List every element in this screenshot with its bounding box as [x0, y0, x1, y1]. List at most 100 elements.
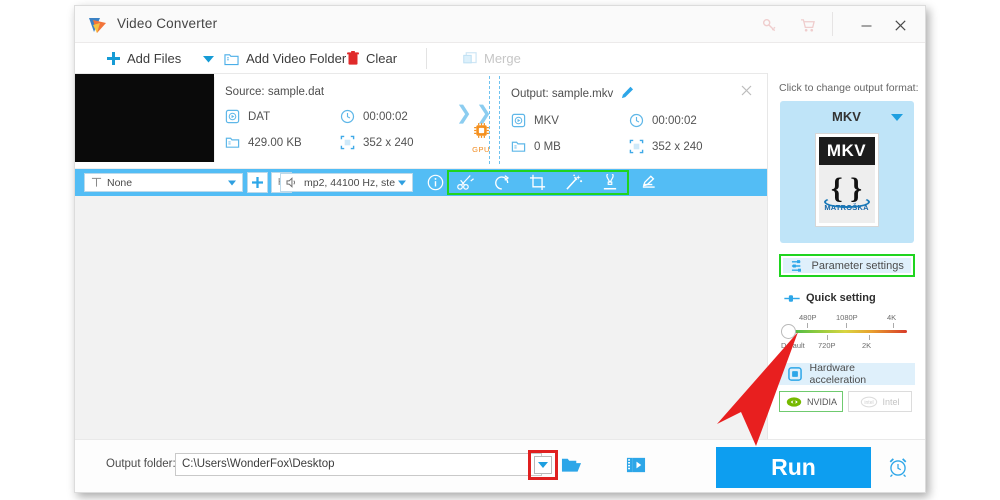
- quality-slider[interactable]: 480P 1080P 4K Default 720P 2K: [781, 313, 911, 355]
- subtitle-select[interactable]: None: [84, 173, 243, 192]
- remove-file-icon[interactable]: [737, 81, 755, 99]
- minimize-icon[interactable]: [856, 15, 876, 35]
- slider-label-480p: 480P: [799, 313, 817, 322]
- video-thumbnail: [75, 74, 214, 162]
- output-info-block: Output: sample.mkv MKV 00:00:02 0 MB 352…: [511, 86, 761, 154]
- clear-label: Clear: [366, 51, 398, 66]
- add-files-dropdown[interactable]: [203, 43, 214, 74]
- speaker-icon: [286, 177, 295, 188]
- slider-label-720p: 720P: [818, 341, 836, 350]
- audio-track-value: mp2, 44100 Hz, ste: [304, 176, 396, 189]
- parameter-settings-label: Parameter settings: [811, 259, 904, 272]
- slider-label-4k: 4K: [887, 313, 897, 322]
- add-subtitle-button[interactable]: [247, 172, 268, 193]
- clear-button[interactable]: Clear: [347, 43, 397, 74]
- alarm-clock-icon[interactable]: [887, 456, 909, 482]
- file-size-icon: [511, 141, 526, 152]
- gpu-chip-icon: [473, 123, 489, 138]
- media-player-icon: [626, 457, 646, 473]
- add-files-label: Add Files: [127, 51, 182, 66]
- bottom-bar: Output folder: C:\Users\WonderFox\Deskto…: [75, 439, 925, 492]
- output-resolution: 352 x 240: [629, 139, 747, 154]
- trim-icon[interactable]: [452, 172, 480, 193]
- gpu-badge-label: GPU: [472, 145, 490, 154]
- open-folder-button[interactable]: [561, 456, 582, 479]
- source-resolution: 352 x 240: [340, 135, 455, 150]
- screenshot-root: Video Converter Add Files Add Video Fold…: [0, 0, 1000, 500]
- hardware-acceleration-label: Hardware acceleration: [809, 362, 867, 386]
- chip-icon: [787, 367, 802, 381]
- batch-edit-icon[interactable]: [635, 172, 663, 193]
- effects-icon[interactable]: [560, 172, 588, 193]
- parameter-settings-highlight: Parameter settings: [778, 254, 915, 277]
- add-files-button[interactable]: Add Files: [107, 43, 181, 74]
- svg-text:intel: intel: [865, 400, 874, 406]
- titlebar-divider: [832, 12, 833, 36]
- hardware-acceleration-button[interactable]: Hardware acceleration: [778, 362, 915, 386]
- rotate-icon[interactable]: [488, 172, 516, 193]
- crop-icon[interactable]: [524, 172, 552, 193]
- quick-setting-label: Quick setting: [806, 292, 876, 304]
- slider-track: [788, 330, 907, 333]
- folder-icon: [224, 53, 239, 65]
- plus-icon: [107, 52, 120, 65]
- run-button[interactable]: Run: [716, 447, 871, 488]
- output-filename: Output: sample.mkv: [511, 88, 614, 100]
- video-converter-window: Video Converter Add Files Add Video Fold…: [74, 5, 926, 493]
- quick-setting-header: Quick setting: [784, 292, 925, 304]
- source-info-block: Source: sample.dat DAT 00:00:02 429.00 K…: [225, 86, 455, 150]
- source-filename: Source: sample.dat: [225, 86, 325, 98]
- cart-icon[interactable]: [798, 15, 818, 35]
- parameter-settings-button[interactable]: Parameter settings: [782, 258, 911, 273]
- mkv-logo: MKV { } MATROŠKA: [814, 133, 879, 227]
- plus-icon: [252, 177, 263, 188]
- chevron-right-icon-1: ❯: [456, 103, 472, 124]
- audio-track-select[interactable]: mp2, 44100 Hz, ste: [280, 173, 413, 192]
- chevron-right-icon-2: ❯: [476, 103, 492, 124]
- add-video-folder-button[interactable]: Add Video Folder: [224, 43, 346, 74]
- add-video-folder-label: Add Video Folder: [246, 51, 347, 66]
- file-video-icon: [225, 109, 240, 124]
- source-size: 429.00 KB: [225, 135, 340, 150]
- output-duration: 00:00:02: [629, 113, 747, 128]
- gpu-option-intel[interactable]: intel Intel: [848, 391, 912, 412]
- clock-icon: [340, 109, 355, 124]
- watermark-icon[interactable]: [596, 172, 624, 193]
- file-video-icon: [511, 113, 526, 128]
- file-size-icon: [225, 137, 240, 148]
- info-icon[interactable]: [421, 172, 449, 193]
- slider-knob[interactable]: [781, 324, 796, 339]
- pencil-icon[interactable]: [621, 86, 634, 102]
- output-format-panel: Click to change output format: MKV MKV {…: [767, 73, 925, 439]
- key-icon[interactable]: [759, 15, 779, 35]
- nvidia-icon: [786, 396, 802, 407]
- merge-button[interactable]: Merge: [463, 43, 521, 74]
- mkv-logo-top-text: MKV: [818, 137, 875, 165]
- slider-label-1080p: 1080P: [836, 313, 858, 322]
- output-filename-row: Output: sample.mkv: [511, 86, 761, 102]
- output-folder-input[interactable]: C:\Users\WonderFox\Desktop: [175, 453, 542, 476]
- clock-icon: [629, 113, 644, 128]
- format-hint: Click to change output format:: [779, 82, 919, 94]
- close-icon[interactable]: [890, 15, 910, 35]
- slider-label-2k: 2K: [862, 341, 872, 350]
- caret-down-icon[interactable]: [890, 114, 903, 121]
- slider-handle-icon: [784, 294, 800, 302]
- merge-label: Merge: [484, 51, 521, 66]
- app-title: Video Converter: [117, 16, 218, 31]
- open-player-button[interactable]: [626, 455, 646, 480]
- app-logo-icon: [88, 16, 107, 34]
- output-folder-dropdown-button[interactable]: [534, 456, 552, 474]
- folder-open-icon: [561, 458, 582, 472]
- gpu-vendor-row: NVIDIA intel Intel: [779, 391, 925, 412]
- output-format-card[interactable]: MKV MKV { } MATROŠKA: [779, 101, 914, 243]
- slider-label-default: Default: [781, 341, 805, 350]
- gpu-intel-label: Intel: [882, 396, 900, 407]
- trash-icon: [347, 51, 359, 65]
- gpu-nvidia-label: NVIDIA: [806, 396, 837, 407]
- mkv-logo-bottom: { } MATROŠKA: [818, 165, 875, 223]
- main-toolbar: Add Files Add Video Folder Clear Merge: [75, 43, 925, 74]
- gpu-option-nvidia[interactable]: NVIDIA: [779, 391, 843, 412]
- intel-icon: intel: [861, 396, 878, 407]
- caret-down-icon: [228, 180, 236, 185]
